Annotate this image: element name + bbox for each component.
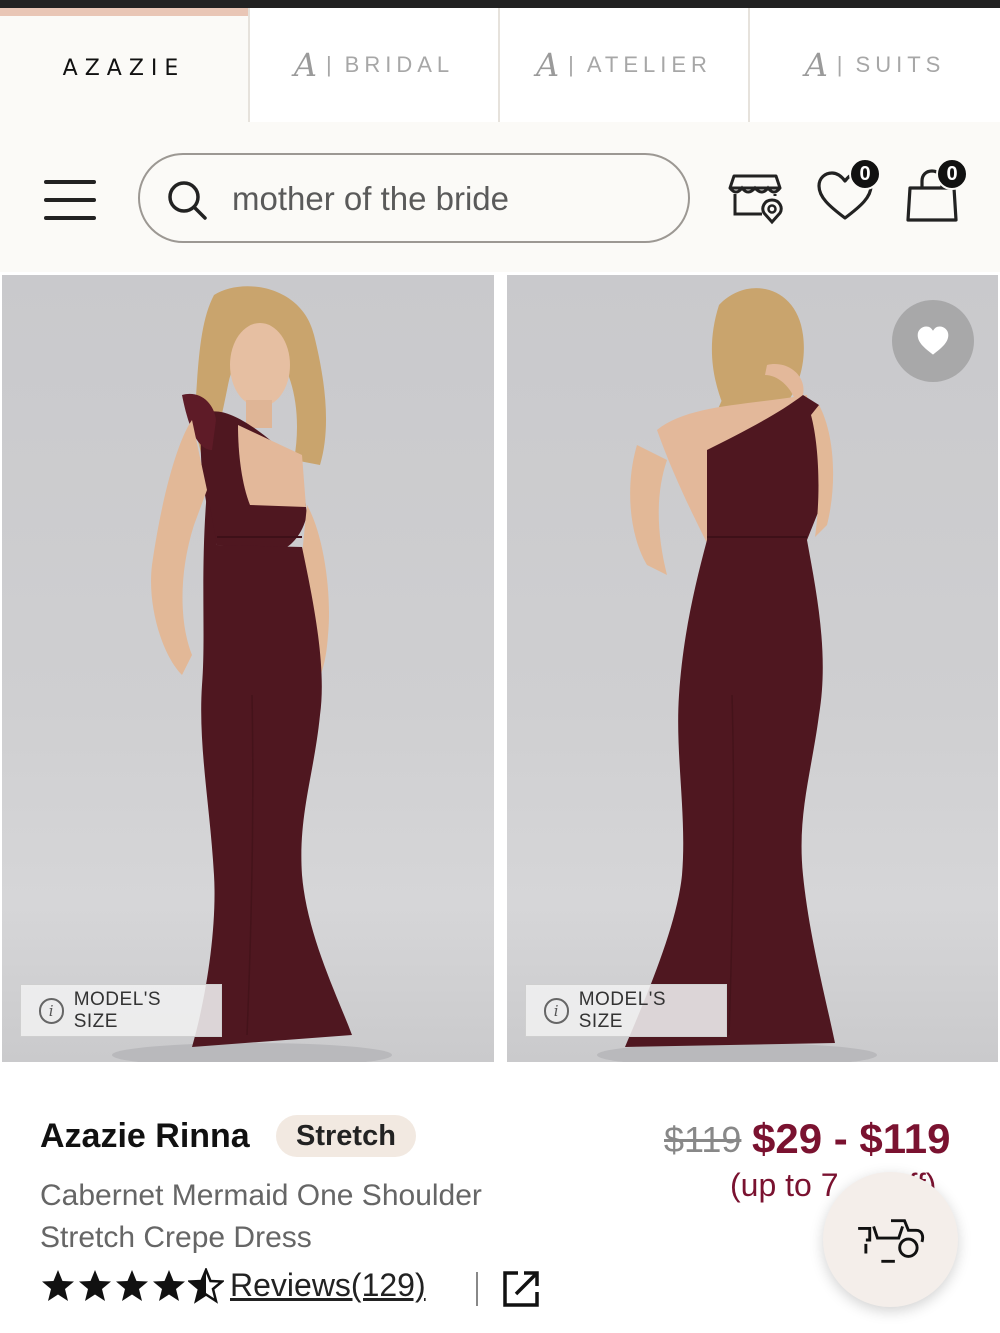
product-image-front[interactable]: i MODEL'S SIZE — [2, 275, 494, 1062]
model-size-label: MODEL'S SIZE — [73, 988, 162, 1032]
model-size-button[interactable]: i MODEL'S SIZE — [20, 984, 222, 1037]
menu-icon[interactable] — [44, 180, 96, 220]
tab-atelier[interactable]: A | ATELIER — [500, 8, 750, 122]
divider — [476, 1272, 478, 1306]
original-price: $119 — [664, 1119, 742, 1160]
delivery-scooter-icon — [857, 1218, 924, 1263]
star-icon — [153, 1270, 185, 1301]
azazie-monogram-icon: A — [293, 46, 322, 84]
wishlist-button[interactable]: 0 — [815, 158, 881, 226]
search-input[interactable] — [232, 173, 662, 225]
search-bar[interactable] — [138, 153, 690, 243]
info-icon: i — [39, 997, 64, 1024]
product-name: Azazie Rinna — [40, 1117, 250, 1155]
discount-text-start: (up to 7 — [730, 1167, 839, 1203]
store-location-icon[interactable] — [728, 166, 788, 226]
stretch-badge: Stretch — [276, 1115, 416, 1157]
star-icon — [116, 1270, 148, 1301]
tab-bridal-label: BRIDAL — [344, 52, 455, 77]
azazie-monogram-icon: A — [536, 46, 565, 84]
model-front-illustration — [112, 286, 392, 1062]
product-description: Cabernet Mermaid One Shoulder Stretch Cr… — [40, 1179, 482, 1254]
brand-tabs: AZAZIE A | BRIDAL A | ATELIER A | SUITS — [0, 8, 1000, 122]
product-image-back[interactable]: i MODEL'S SIZE — [507, 275, 998, 1062]
half-star-icon — [188, 1268, 224, 1304]
tab-suits-label: SUITS — [855, 52, 946, 77]
model-size-label: MODEL'S SIZE — [578, 988, 667, 1032]
tab-suits[interactable]: A | SUITS — [750, 8, 1000, 122]
tab-azazie[interactable]: AZAZIE — [0, 8, 250, 122]
tab-bridal[interactable]: A | BRIDAL — [250, 8, 500, 122]
info-icon: i — [544, 997, 569, 1024]
favorite-button[interactable] — [892, 300, 974, 382]
model-size-button[interactable]: i MODEL'S SIZE — [525, 984, 727, 1037]
bag-count-badge: 0 — [936, 158, 968, 190]
model-back-illustration — [597, 288, 877, 1062]
share-icon[interactable] — [500, 1268, 542, 1310]
delivery-button[interactable] — [823, 1172, 958, 1307]
heart-icon — [917, 326, 949, 355]
rating-stars — [40, 1268, 225, 1304]
search-icon — [168, 181, 207, 220]
sale-price: $29 - $119 — [752, 1115, 951, 1162]
star-icon — [42, 1270, 74, 1301]
site-header: 0 0 — [0, 122, 1000, 272]
reviews-link[interactable]: Reviews(129) — [230, 1267, 426, 1304]
azazie-monogram-icon: A — [804, 46, 833, 84]
tab-azazie-label: AZAZIE — [62, 55, 186, 81]
shopping-bag-button[interactable]: 0 — [902, 158, 968, 226]
wishlist-count-badge: 0 — [849, 158, 881, 190]
star-icon — [79, 1270, 111, 1301]
tab-atelier-label: ATELIER — [586, 52, 712, 77]
top-status-strip — [0, 0, 1000, 8]
